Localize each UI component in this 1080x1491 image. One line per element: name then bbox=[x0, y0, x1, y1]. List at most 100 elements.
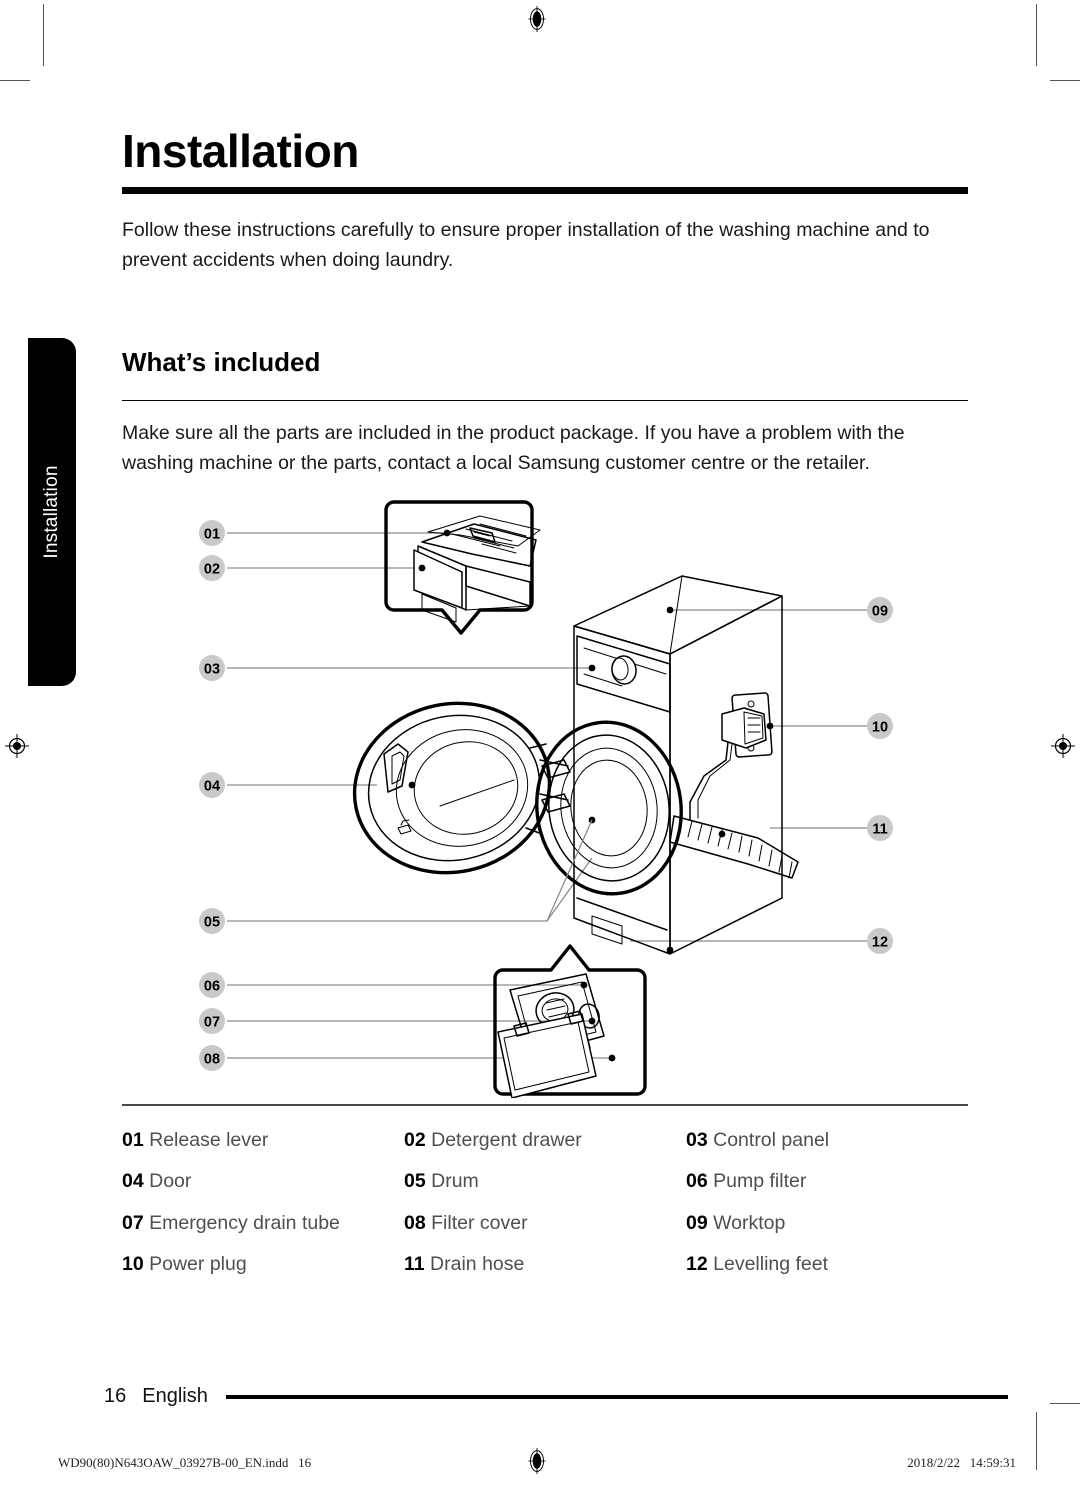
section-divider bbox=[122, 399, 968, 402]
legend-number: 04 bbox=[122, 1170, 144, 1193]
callout-badge-06: 06 bbox=[199, 972, 225, 999]
legend-item-07: 07 Emergency drain tube bbox=[122, 1203, 404, 1245]
parts-legend: 01 Release lever 02 Detergent drawer 03 … bbox=[122, 1120, 968, 1286]
callout-badge-02: 02 bbox=[199, 555, 225, 582]
callout-badge-09: 09 bbox=[867, 597, 893, 624]
callout-badge-04: 04 bbox=[199, 772, 225, 799]
power-plug bbox=[689, 692, 774, 821]
svg-text:03: 03 bbox=[204, 662, 220, 678]
washer-door bbox=[352, 701, 569, 875]
legend-item-11: 11 Drain hose bbox=[404, 1244, 686, 1286]
callout-badge-11: 11 bbox=[867, 815, 893, 842]
title-divider bbox=[122, 187, 968, 194]
legend-label: Emergency drain tube bbox=[149, 1211, 340, 1234]
svg-text:06: 06 bbox=[204, 979, 220, 995]
registration-mark-right bbox=[1051, 734, 1075, 758]
legend-item-08: 08 Filter cover bbox=[404, 1203, 686, 1245]
legend-label: Filter cover bbox=[431, 1211, 528, 1234]
svg-text:02: 02 bbox=[204, 562, 220, 578]
callout-badge-07: 07 bbox=[199, 1008, 225, 1035]
print-footer-filename: WD90(80)N643OAW_03927B-00_EN.indd 16 bbox=[58, 1455, 312, 1470]
legend-label: Control panel bbox=[713, 1128, 830, 1151]
callout-badge-01: 01 bbox=[199, 520, 225, 547]
legend-number: 08 bbox=[404, 1211, 426, 1234]
page-language: English bbox=[142, 1385, 208, 1407]
callout-target-10 bbox=[766, 722, 774, 730]
callout-badge-03: 03 bbox=[199, 655, 225, 682]
svg-text:07: 07 bbox=[204, 1015, 220, 1031]
legend-number: 10 bbox=[122, 1253, 144, 1276]
callout-target-07 bbox=[588, 1017, 596, 1025]
callout-badge-10: 10 bbox=[867, 713, 893, 740]
registration-mark-left bbox=[5, 734, 29, 758]
callout-target-12 bbox=[666, 946, 674, 954]
legend-number: 02 bbox=[404, 1128, 426, 1151]
legend-item-05: 05 Drum bbox=[404, 1161, 686, 1203]
legend-item-03: 03 Control panel bbox=[686, 1120, 968, 1162]
section-heading-whats-included: What’s included bbox=[122, 347, 321, 378]
crop-mark-bottom-right-horizontal bbox=[1050, 1403, 1080, 1405]
callout-target-01 bbox=[443, 529, 451, 537]
print-footer-timestamp: 2018/2/22 14:59:31 bbox=[907, 1455, 1016, 1470]
registration-mark-bottom bbox=[528, 1448, 546, 1474]
legend-row: 10 Power plug 11 Drain hose 12 Levelling… bbox=[122, 1244, 968, 1286]
legend-number: 05 bbox=[404, 1170, 426, 1193]
legend-item-09: 09 Worktop bbox=[686, 1203, 968, 1245]
legend-number: 06 bbox=[686, 1170, 708, 1193]
legend-label: Drum bbox=[431, 1170, 479, 1193]
callout-target-03 bbox=[588, 664, 596, 672]
intro-paragraph: Follow these instructions carefully to e… bbox=[122, 219, 930, 271]
chapter-side-tab-label: Installation bbox=[41, 465, 62, 559]
legend-number: 12 bbox=[686, 1253, 708, 1276]
drain-hose bbox=[669, 815, 799, 879]
parts-diagram-illustration: .ln{fill:none;stroke:#000;stroke-width:1… bbox=[199, 500, 893, 1099]
legend-divider bbox=[122, 1104, 968, 1106]
crop-mark-bottom-right-vertical bbox=[1036, 1412, 1038, 1470]
svg-text:05: 05 bbox=[204, 915, 220, 931]
pump-filter-inset bbox=[493, 944, 647, 1099]
svg-text:10: 10 bbox=[872, 720, 888, 736]
svg-text:04: 04 bbox=[204, 779, 220, 795]
page-marker-rule bbox=[225, 1394, 1008, 1399]
callout-target-11 bbox=[718, 830, 726, 838]
legend-row: 01 Release lever 02 Detergent drawer 03 … bbox=[122, 1120, 968, 1162]
legend-item-02: 02 Detergent drawer bbox=[404, 1120, 686, 1162]
legend-item-01: 01 Release lever bbox=[122, 1120, 404, 1162]
legend-item-06: 06 Pump filter bbox=[686, 1161, 968, 1203]
legend-row: 04 Door 05 Drum 06 Pump filter bbox=[122, 1161, 968, 1203]
callout-badge-05: 05 bbox=[199, 908, 225, 935]
legend-label: Drain hose bbox=[430, 1253, 525, 1276]
crop-mark-top-right-vertical bbox=[1036, 4, 1038, 66]
page-title: Installation bbox=[122, 125, 359, 177]
legend-item-04: 04 Door bbox=[122, 1161, 404, 1203]
legend-number: 11 bbox=[404, 1253, 425, 1276]
callout-badge-12: 12 bbox=[867, 928, 893, 955]
svg-text:11: 11 bbox=[872, 822, 887, 838]
legend-row: 07 Emergency drain tube 08 Filter cover … bbox=[122, 1203, 968, 1245]
callout-target-06 bbox=[580, 981, 588, 989]
svg-text:09: 09 bbox=[872, 604, 888, 620]
callout-target-02 bbox=[418, 564, 426, 572]
legend-label: Worktop bbox=[713, 1211, 786, 1234]
svg-text:12: 12 bbox=[872, 935, 888, 951]
callout-target-08 bbox=[608, 1054, 616, 1062]
legend-label: Levelling feet bbox=[713, 1253, 829, 1276]
legend-label: Door bbox=[149, 1170, 192, 1193]
crop-mark-top-left-horizontal bbox=[0, 80, 30, 82]
callout-target-09 bbox=[666, 606, 674, 614]
legend-label: Release lever bbox=[149, 1128, 269, 1151]
legend-item-12: 12 Levelling feet bbox=[686, 1244, 968, 1286]
callout-target-04 bbox=[408, 781, 416, 789]
legend-label: Power plug bbox=[149, 1253, 247, 1276]
page-number: 16 bbox=[104, 1385, 127, 1407]
section-body-text: Make sure all the parts are included in … bbox=[122, 422, 905, 475]
legend-label: Detergent drawer bbox=[431, 1128, 582, 1151]
legend-number: 07 bbox=[122, 1211, 144, 1234]
svg-text:08: 08 bbox=[204, 1052, 220, 1068]
crop-mark-top-right-horizontal bbox=[1050, 80, 1080, 82]
legend-number: 01 bbox=[122, 1128, 144, 1151]
crop-mark-top-left-vertical bbox=[43, 4, 45, 66]
page-content: Installation Follow these instructions c… bbox=[122, 0, 968, 1286]
callout-badge-08: 08 bbox=[199, 1045, 225, 1072]
page-marker: 16 English bbox=[104, 1385, 1008, 1408]
